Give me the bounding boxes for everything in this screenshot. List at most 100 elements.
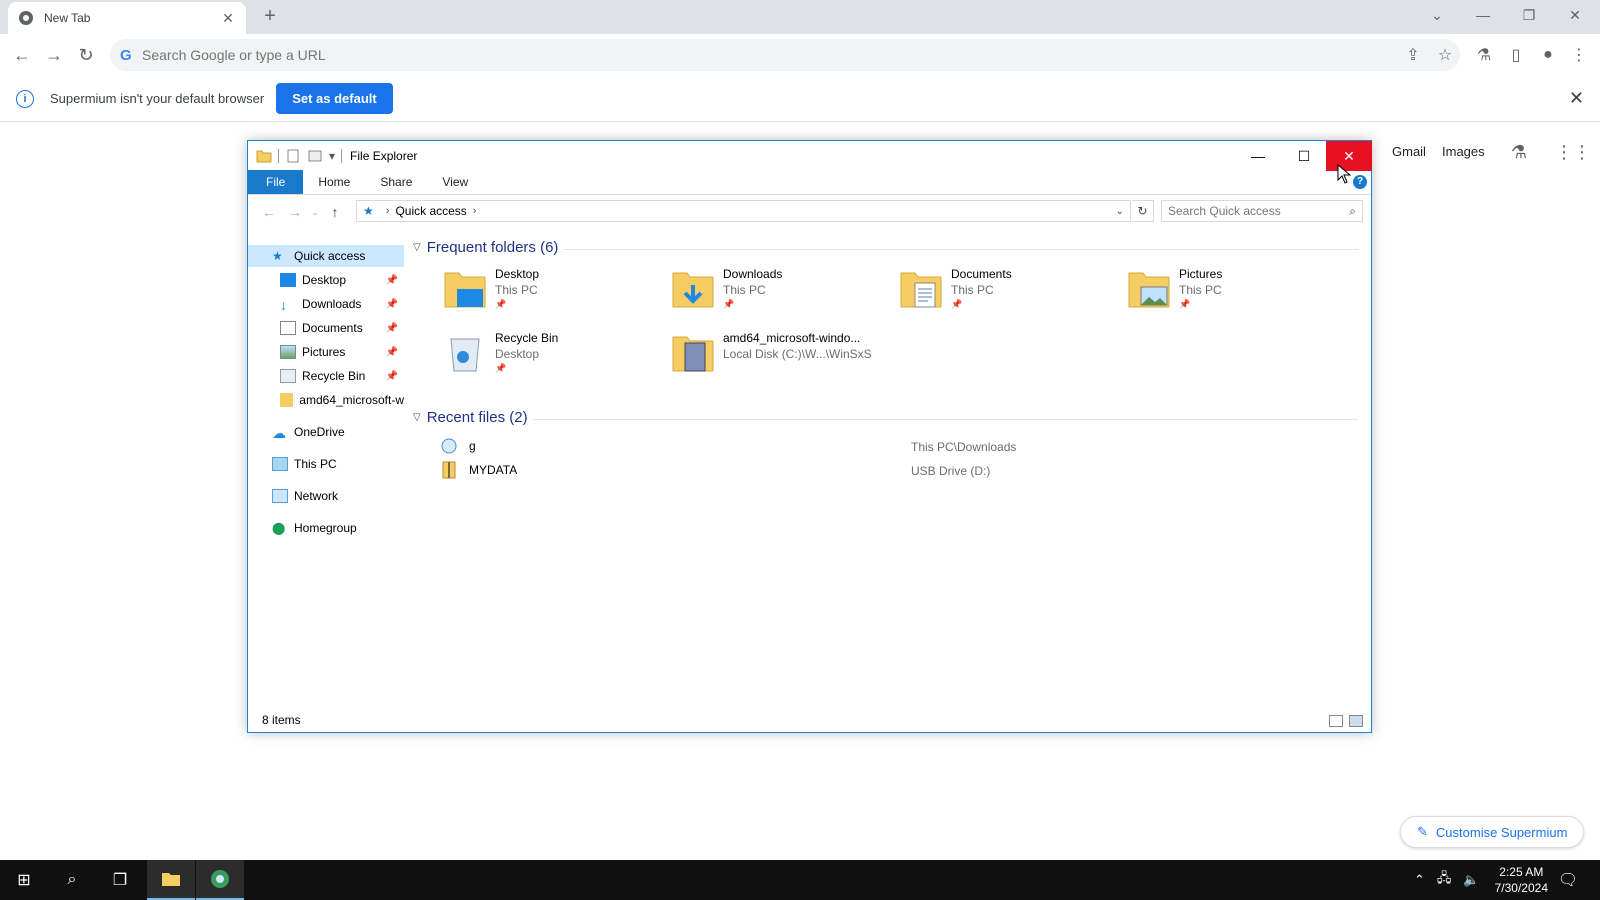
profile-icon[interactable]: ●: [1535, 42, 1561, 68]
tab-new-tab[interactable]: New Tab ✕: [8, 2, 246, 34]
recent-file-path: This PC\Downloads: [911, 440, 1017, 454]
close-window-button[interactable]: ✕: [1552, 0, 1598, 30]
tab-share[interactable]: Share: [365, 170, 427, 194]
nav-recycle-bin[interactable]: Recycle Bin 📌: [248, 365, 404, 387]
explorer-title-bar: ▾ File Explorer — ☐ ✕: [248, 141, 1372, 171]
properties-icon[interactable]: [285, 149, 301, 163]
tab-close-icon[interactable]: ✕: [220, 10, 236, 27]
apps-grid-icon[interactable]: ⋮⋮: [1555, 142, 1591, 164]
status-bar: 8 items: [248, 708, 1371, 732]
file-explorer-taskbar-icon[interactable]: [147, 860, 195, 900]
nav-network[interactable]: Network: [248, 485, 404, 507]
folder-tile-desktop[interactable]: Desktop This PC 📌: [443, 267, 539, 323]
menu-icon[interactable]: ⋮: [1566, 42, 1592, 68]
nav-onedrive[interactable]: ☁ OneDrive: [248, 421, 404, 443]
pictures-folder-icon: [1128, 272, 1170, 308]
archive-file-icon: [442, 461, 456, 479]
nav-desktop[interactable]: Desktop 📌: [248, 269, 404, 291]
nav-downloads[interactable]: ↓ Downloads 📌: [248, 293, 404, 315]
side-panel-icon[interactable]: ▯: [1503, 42, 1529, 68]
item-count: 8 items: [262, 713, 301, 727]
new-tab-button[interactable]: +: [258, 6, 282, 28]
labs-flask-icon[interactable]: ⚗: [1471, 42, 1497, 68]
volume-icon[interactable]: 🔈: [1463, 872, 1479, 888]
mouse-cursor-icon: [1337, 164, 1351, 184]
address-bar[interactable]: ★ › Quick access › ⌄: [356, 200, 1131, 222]
help-icon[interactable]: ?: [1353, 175, 1367, 189]
customise-button[interactable]: ✎ Customise Supermium: [1400, 816, 1585, 848]
tray-chevron-icon[interactable]: ⌃: [1414, 872, 1425, 888]
pictures-icon: [280, 345, 296, 359]
browser-toolbar: ← → ↻ G ⇪ ☆ ⚗ ▯ ● ⋮: [0, 34, 1600, 76]
browser-taskbar-icon[interactable]: [196, 860, 244, 900]
explorer-maximize-button[interactable]: ☐: [1281, 141, 1327, 171]
details-view-icon[interactable]: [1329, 715, 1343, 727]
explorer-back-icon[interactable]: ←: [256, 204, 282, 220]
up-icon[interactable]: ↑: [322, 204, 348, 220]
reload-icon[interactable]: ↻: [73, 42, 99, 68]
share-icon[interactable]: ⇪: [1400, 42, 1426, 68]
omnibox[interactable]: G: [110, 39, 1460, 71]
start-button[interactable]: ⊞: [0, 860, 48, 900]
back-icon[interactable]: ←: [9, 42, 35, 68]
tab-strip: New Tab ✕ + ⌄ — ❐ ✕: [0, 0, 1600, 34]
labs-icon[interactable]: ⚗: [1508, 142, 1530, 164]
explorer-title: File Explorer: [350, 149, 418, 163]
folder-icon: [280, 393, 294, 407]
notifications-icon[interactable]: 🗨: [1544, 860, 1592, 900]
cloud-icon: ☁: [272, 425, 286, 441]
pin-icon: 📌: [385, 274, 398, 286]
nav-pictures[interactable]: Pictures 📌: [248, 341, 404, 363]
nav-quick-access[interactable]: ★ Quick access: [248, 245, 404, 267]
folder-tile-pictures[interactable]: Pictures This PC 📌: [1127, 267, 1222, 323]
pin-icon: 📌: [385, 346, 398, 358]
tab-home[interactable]: Home: [303, 170, 365, 194]
gmail-link[interactable]: Gmail: [1392, 144, 1426, 159]
folder-tile-downloads[interactable]: Downloads This PC 📌: [671, 267, 782, 323]
address-dropdown-icon[interactable]: ⌄: [1116, 206, 1124, 217]
search-box[interactable]: ⌕: [1161, 200, 1363, 222]
qat-dropdown-icon[interactable]: ▾: [329, 149, 335, 163]
folder-tile-recycle-bin[interactable]: Recycle Bin Desktop 📌: [443, 331, 558, 387]
large-icons-view-icon[interactable]: [1349, 715, 1363, 727]
refresh-icon[interactable]: ↻: [1132, 200, 1154, 222]
restore-button[interactable]: ❐: [1506, 0, 1552, 30]
folder-tile-amd64[interactable]: amd64_microsoft-windo... Local Disk (C:)…: [671, 331, 872, 387]
images-link[interactable]: Images: [1442, 144, 1485, 159]
minimize-button[interactable]: —: [1460, 0, 1506, 30]
recent-file-mydata[interactable]: MYDATA: [441, 459, 517, 481]
recent-file-g[interactable]: g: [441, 435, 476, 457]
set-as-default-button[interactable]: Set as default: [276, 83, 393, 114]
google-icon: G: [120, 46, 132, 64]
tab-view[interactable]: View: [427, 170, 483, 194]
recent-locations-icon[interactable]: ⌄: [308, 207, 322, 218]
tab-file[interactable]: File: [248, 170, 304, 194]
nav-homegroup[interactable]: ⬤ Homegroup: [248, 517, 404, 539]
bookmark-star-icon[interactable]: ☆: [1432, 42, 1458, 68]
taskbar-clock[interactable]: 2:25 AM 7/30/2024: [1495, 864, 1548, 896]
network-icon[interactable]: 🖧: [1437, 869, 1452, 891]
nav-amd64-folder[interactable]: amd64_microsoft-w: [248, 389, 404, 411]
nav-this-pc[interactable]: This PC: [248, 453, 404, 475]
omnibox-input[interactable]: [142, 47, 1042, 63]
search-icon[interactable]: ⌕: [48, 860, 96, 900]
task-view-icon[interactable]: ❐: [96, 860, 144, 900]
forward-icon[interactable]: →: [41, 42, 67, 68]
nav-documents[interactable]: Documents 📌: [248, 317, 404, 339]
folder-tile-documents[interactable]: Documents This PC 📌: [899, 267, 1012, 323]
pin-icon: 📌: [385, 322, 398, 334]
infobar-close-icon[interactable]: ✕: [1569, 88, 1584, 109]
explorer-forward-icon[interactable]: →: [282, 204, 308, 220]
computer-icon: [272, 457, 288, 471]
breadcrumb[interactable]: Quick access: [395, 204, 466, 218]
search-input[interactable]: [1168, 204, 1338, 218]
tab-search-icon[interactable]: ⌄: [1414, 0, 1460, 30]
recent-file-path: USB Drive (D:): [911, 464, 991, 478]
pin-icon: 📌: [1179, 299, 1191, 309]
recent-files-header[interactable]: ▽ Recent files (2): [413, 409, 528, 426]
network-icon: [272, 489, 288, 503]
new-folder-icon[interactable]: [307, 149, 323, 163]
documents-icon: [280, 321, 296, 335]
frequent-folders-header[interactable]: ▽ Frequent folders (6): [413, 239, 558, 256]
explorer-minimize-button[interactable]: —: [1235, 141, 1281, 171]
